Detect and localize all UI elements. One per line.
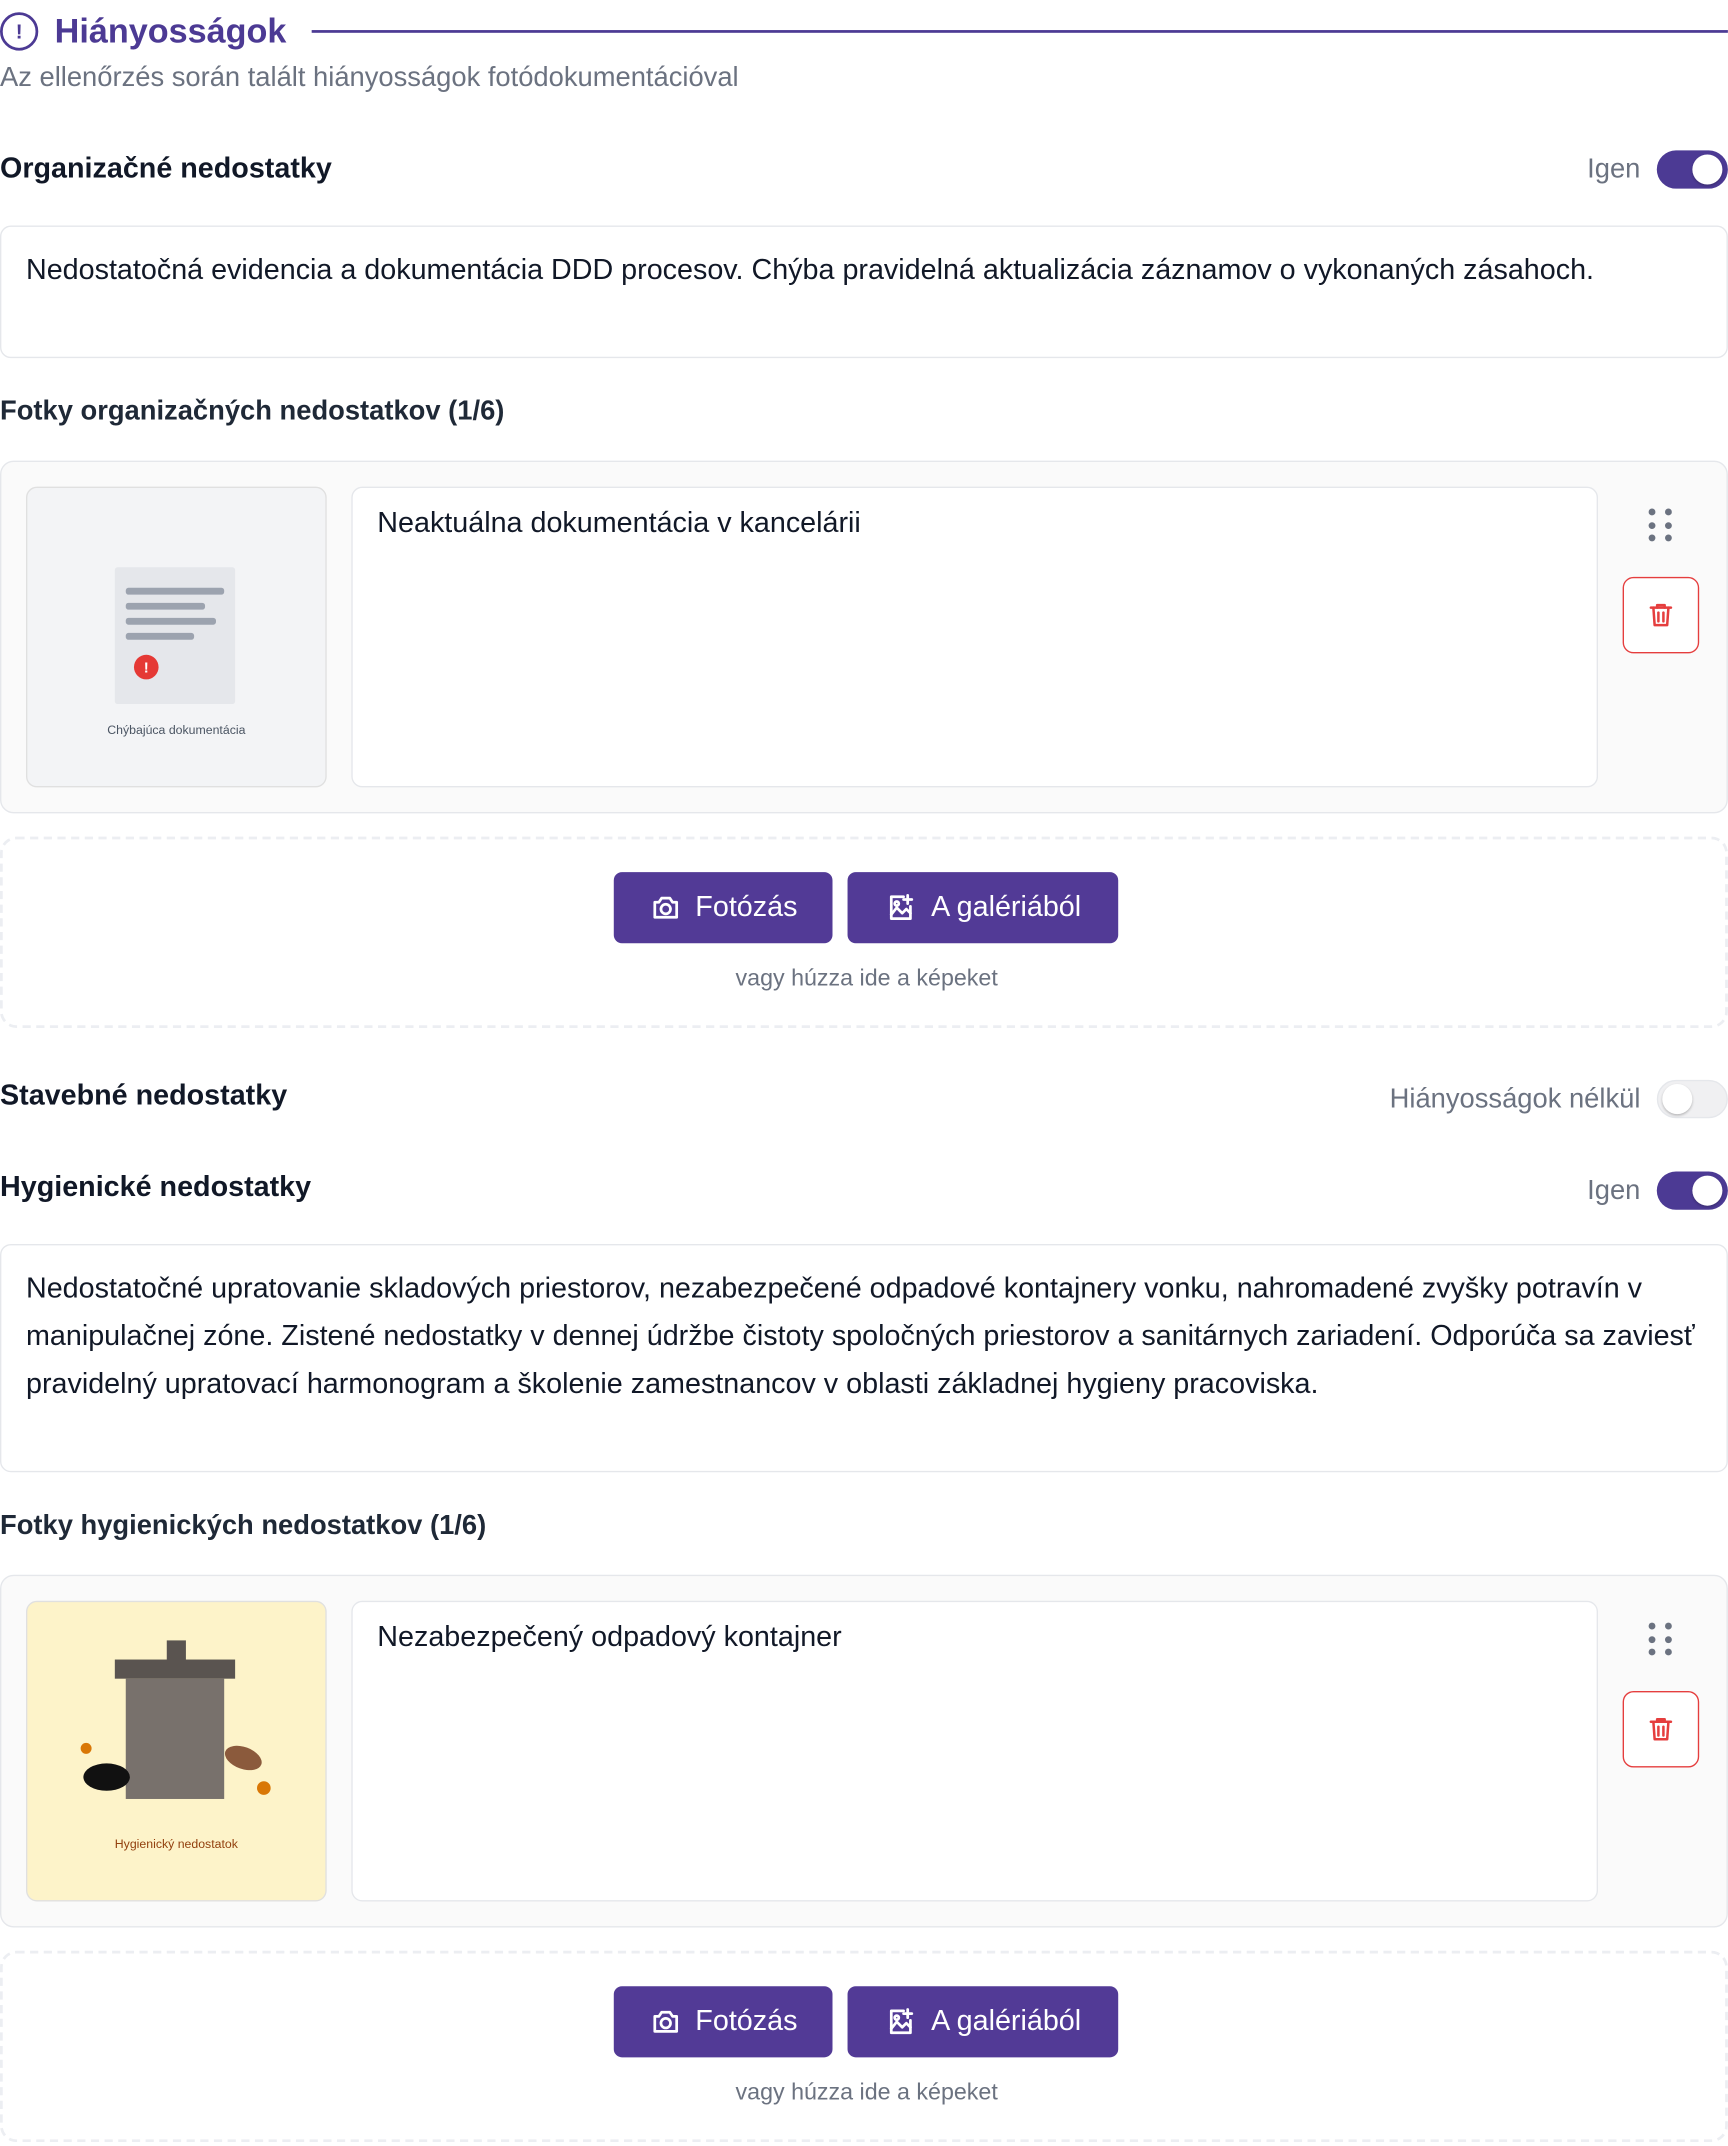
hygienic-photos-label: Fotky hygienických nedostatkov (1/6) xyxy=(0,1510,487,1541)
take-photo-button[interactable]: Fotózás xyxy=(613,872,833,944)
thumbnail-label: Chýbajúca dokumentácia xyxy=(107,723,246,737)
take-photo-button[interactable]: Fotózás xyxy=(613,1986,833,2058)
photo-caption-input[interactable]: Nezabezpečený odpadový kontajner xyxy=(351,1600,1599,1902)
construction-toggle[interactable] xyxy=(1656,1079,1728,1119)
section-divider xyxy=(311,30,1728,33)
gallery-button[interactable]: A galériából xyxy=(847,872,1119,944)
hygienic-toggle[interactable] xyxy=(1656,1171,1728,1210)
hygienic-toggle-label: Igen xyxy=(1587,1174,1641,1206)
alert-circle-icon: ! xyxy=(0,12,39,51)
take-photo-label: Fotózás xyxy=(695,891,798,923)
upload-dropzone[interactable]: Fotózás A galériából vagy húzza ide a ké… xyxy=(0,836,1728,1028)
trash-icon xyxy=(1649,1717,1673,1741)
photo-item: ! Chýbajúca dokumentácia Neaktuálna doku… xyxy=(0,460,1728,814)
organizational-toggle-label: Igen xyxy=(1587,153,1641,184)
photo-thumbnail[interactable]: ! Chýbajúca dokumentácia xyxy=(25,486,327,788)
trash-icon xyxy=(1649,603,1673,627)
organizational-description[interactable]: Nedostatočná evidencia a dokumentácia DD… xyxy=(0,225,1728,359)
toggle-knob xyxy=(1692,154,1723,185)
section-title: Hiányosságok xyxy=(54,11,287,50)
section-header: ! Hiányosságok xyxy=(0,8,1728,54)
gallery-label: A galériából xyxy=(931,2005,1082,2037)
upload-dropzone[interactable]: Fotózás A galériából vagy húzza ide a ké… xyxy=(0,1950,1728,2143)
organizational-photos-label: Fotky organizačných nedostatkov (1/6) xyxy=(0,396,505,427)
toggle-knob xyxy=(1662,1084,1693,1115)
gallery-button[interactable]: A galériából xyxy=(847,1986,1119,2058)
take-photo-label: Fotózás xyxy=(695,2005,798,2037)
photo-item: Hygienický nedostatok Nezabezpečený odpa… xyxy=(0,1574,1728,1928)
organizational-toggle-row: Igen xyxy=(1587,150,1728,189)
delete-photo-button[interactable] xyxy=(1622,576,1700,654)
drop-hint: vagy húzza ide a képeket xyxy=(735,2079,998,2106)
deficiencies-section: ! Hiányosságok Az ellenőrzés során talál… xyxy=(0,0,1728,2143)
organizational-label: Organizačné nedostatky xyxy=(0,153,332,185)
trash-bin-illustration xyxy=(80,1640,271,1799)
construction-toggle-row: Hiányosságok nélkül xyxy=(1389,1079,1728,1119)
camera-icon xyxy=(652,2010,678,2033)
construction-label: Stavebné nedostatky xyxy=(0,1079,288,1112)
hygienic-description[interactable]: Nedostatočné upratovanie skladových prie… xyxy=(0,1243,1728,1473)
drag-handle-icon[interactable] xyxy=(1647,508,1674,545)
drop-hint: vagy húzza ide a képeket xyxy=(735,965,998,992)
delete-photo-button[interactable] xyxy=(1622,1690,1700,1768)
photo-caption-input[interactable]: Neaktuálna dokumentácia v kancelárii xyxy=(351,486,1599,788)
photo-thumbnail[interactable]: Hygienický nedostatok xyxy=(25,1600,327,1902)
document-illustration: ! xyxy=(114,567,236,705)
camera-icon xyxy=(652,896,678,919)
hygienic-label: Hygienické nedostatky xyxy=(0,1171,312,1203)
construction-toggle-label: Hiányosságok nélkül xyxy=(1389,1083,1641,1114)
section-subtitle: Az ellenőrzés során talált hiányosságok … xyxy=(0,62,739,93)
gallery-label: A galériából xyxy=(931,891,1082,923)
drag-handle-icon[interactable] xyxy=(1647,1622,1674,1659)
organizational-toggle[interactable] xyxy=(1656,150,1728,189)
toggle-knob xyxy=(1692,1175,1723,1206)
image-plus-icon xyxy=(890,2008,914,2035)
hygienic-toggle-row: Igen xyxy=(1587,1171,1728,1210)
image-plus-icon xyxy=(890,894,914,920)
thumbnail-label: Hygienický nedostatok xyxy=(114,1837,238,1851)
svg-text:!: ! xyxy=(144,660,149,677)
